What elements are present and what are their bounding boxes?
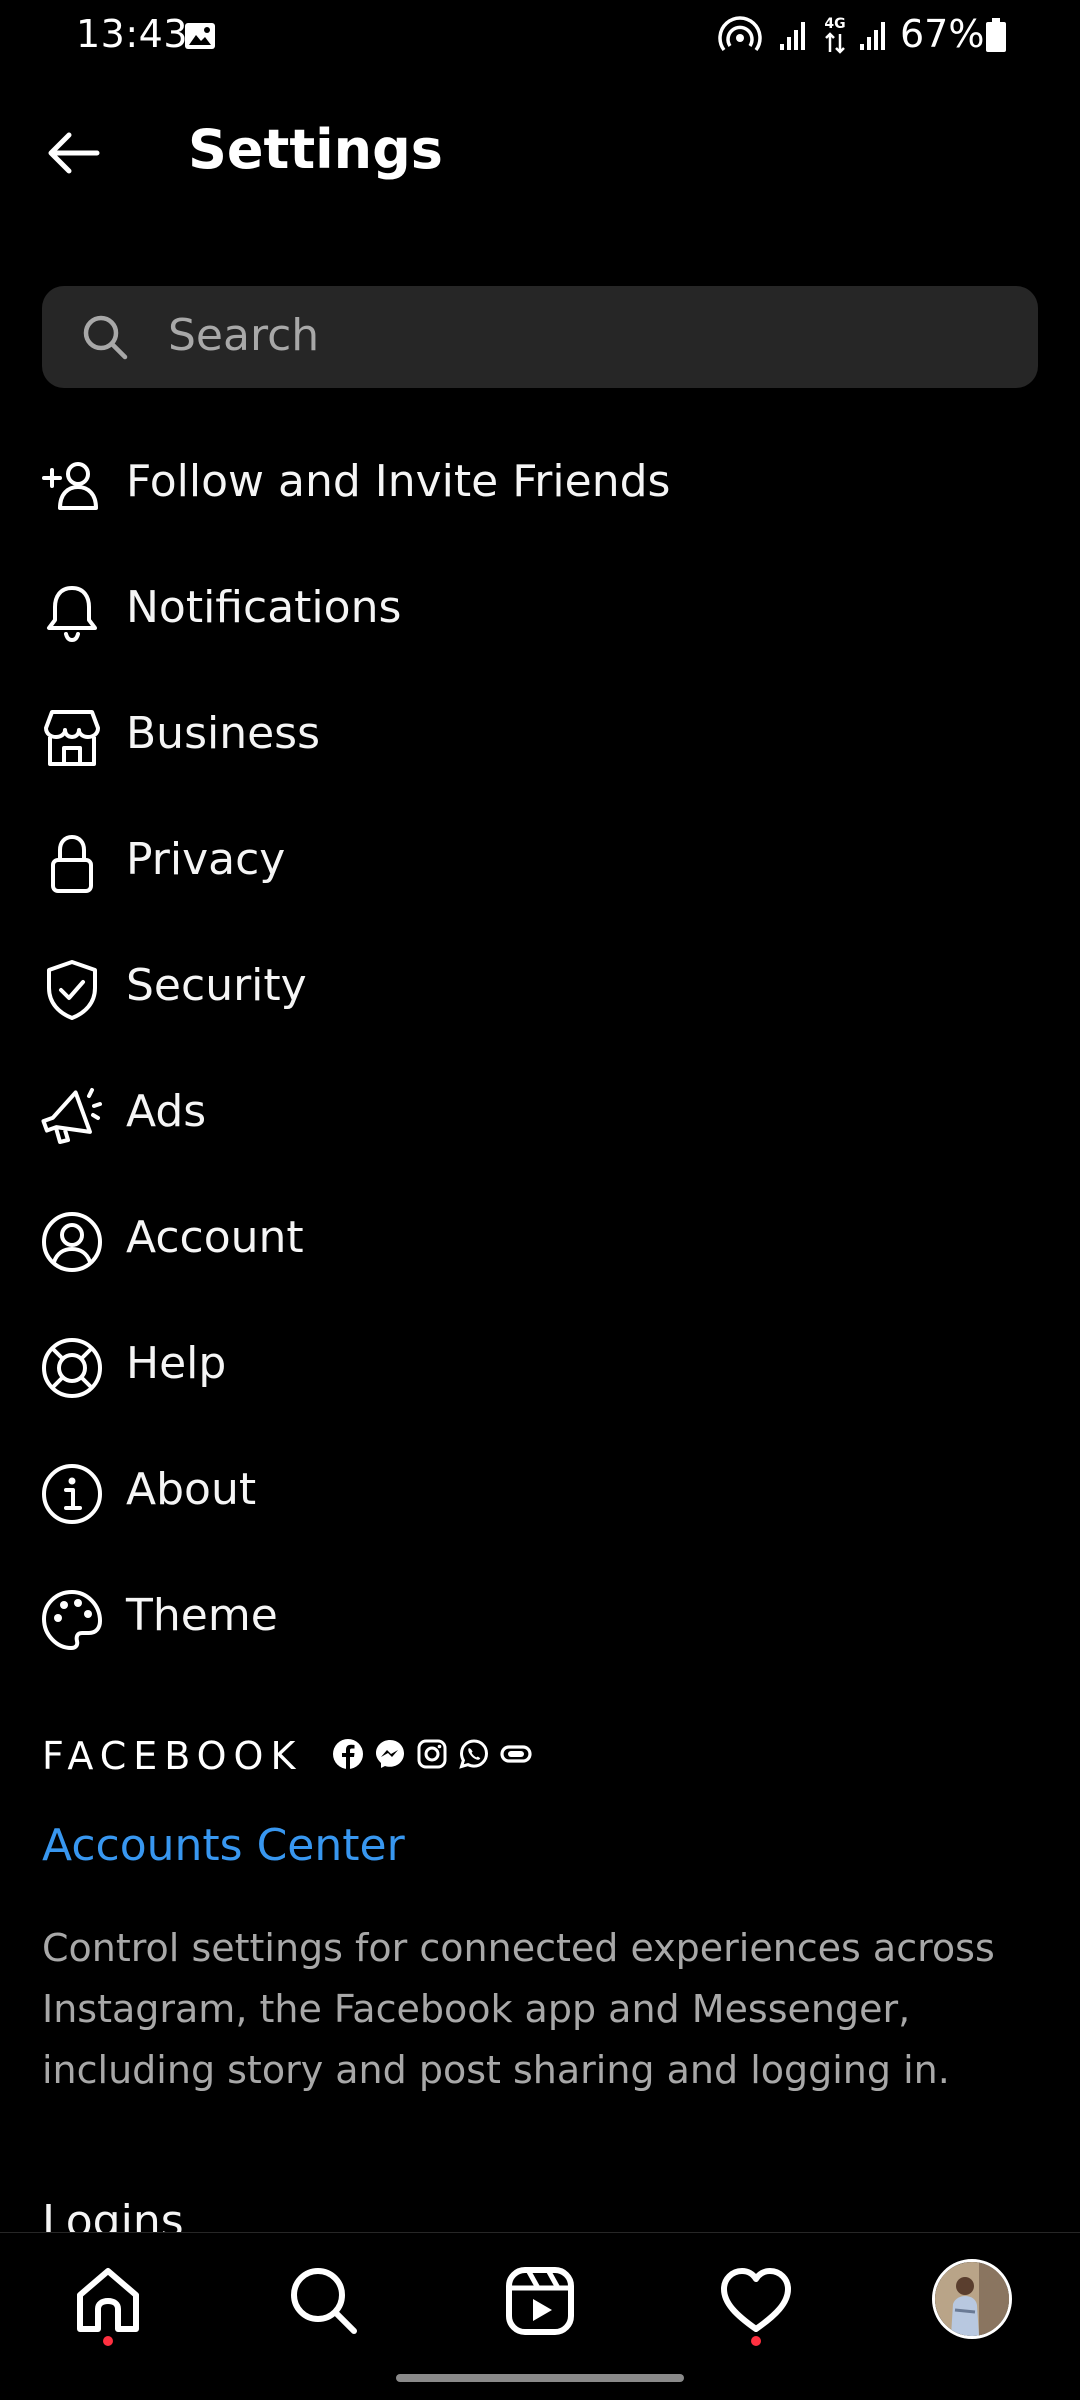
lock-icon (51, 834, 93, 893)
storefront-icon (44, 710, 100, 766)
accounts-center-description: Control settings for connected experienc… (42, 1926, 995, 2092)
facebook-app-icons (332, 1738, 532, 1778)
avatar-photo (935, 2262, 1009, 2336)
battery-percentage: 67% (900, 12, 985, 56)
menu-item-label: About (126, 1464, 257, 1515)
messenger-icon (376, 1740, 404, 1768)
menu-item-business[interactable]: Business (0, 674, 1080, 800)
image-notification-icon (185, 23, 215, 49)
info-circle-icon (42, 1464, 102, 1524)
status-time: 13:43 (76, 12, 189, 56)
menu-item-theme[interactable]: Theme (0, 1556, 1080, 1682)
header: Settings (0, 100, 1080, 210)
shield-check-icon (47, 960, 97, 1020)
whatsapp-icon (459, 1739, 489, 1769)
facebook-brand-row: FACEBOOK (42, 1734, 742, 1786)
search-placeholder: Search (168, 310, 320, 361)
reels-icon[interactable] (500, 2261, 580, 2341)
signal-strength-icon (780, 22, 805, 50)
status-bar: 13:43 4G 67% (0, 0, 1080, 74)
accounts-center-link[interactable]: Accounts Center (42, 1820, 405, 1871)
menu-item-label: Help (126, 1338, 227, 1389)
home-indicator[interactable] (396, 2374, 684, 2382)
instagram-icon (417, 1739, 447, 1769)
menu-item-privacy[interactable]: Privacy (0, 800, 1080, 926)
menu-item-label: Privacy (126, 834, 286, 885)
network-type-label: 4G (824, 16, 845, 32)
activity-notification-dot (751, 2336, 761, 2346)
menu-item-label: Theme (126, 1590, 278, 1641)
menu-item-label: Ads (126, 1086, 207, 1137)
profile-avatar[interactable] (932, 2259, 1012, 2339)
settings-menu: Follow and Invite Friends Notifications … (0, 422, 1080, 1682)
page-title: Settings (188, 118, 443, 181)
lifebuoy-icon (42, 1338, 102, 1398)
menu-item-label: Account (126, 1212, 304, 1263)
menu-item-label: Follow and Invite Friends (126, 456, 671, 507)
network-type-icon: 4G (824, 16, 846, 54)
battery-icon (986, 18, 1006, 52)
menu-item-ads[interactable]: Ads (0, 1052, 1080, 1178)
oculus-icon (500, 1745, 532, 1763)
menu-item-label: Notifications (126, 582, 402, 633)
bell-icon (47, 586, 97, 643)
menu-item-notifications[interactable]: Notifications (0, 548, 1080, 674)
arrow-left-icon (48, 132, 100, 174)
menu-item-about[interactable]: About (0, 1430, 1080, 1556)
add-person-icon (42, 462, 98, 510)
menu-item-label: Security (126, 960, 307, 1011)
account-circle-icon (42, 1212, 102, 1272)
menu-item-account[interactable]: Account (0, 1178, 1080, 1304)
hotspot-icon (718, 16, 762, 52)
menu-item-security[interactable]: Security (0, 926, 1080, 1052)
home-icon[interactable] (68, 2261, 148, 2341)
search-icon (83, 315, 128, 360)
menu-item-label: Business (126, 708, 321, 759)
palette-icon (42, 1590, 102, 1650)
menu-item-follow-invite[interactable]: Follow and Invite Friends (0, 422, 1080, 548)
back-button[interactable] (40, 120, 106, 186)
menu-item-help[interactable]: Help (0, 1304, 1080, 1430)
facebook-wordmark: FACEBOOK (42, 1734, 303, 1778)
settings-screen: 13:43 4G 67% Settings Search Follow and … (0, 0, 1080, 2400)
search-icon[interactable] (284, 2261, 364, 2341)
home-notification-dot (103, 2336, 113, 2346)
facebook-icon (333, 1739, 363, 1769)
heart-icon[interactable] (716, 2261, 796, 2341)
search-input[interactable]: Search (42, 286, 1038, 388)
megaphone-icon (41, 1088, 102, 1144)
signal-strength-icon (860, 22, 885, 50)
